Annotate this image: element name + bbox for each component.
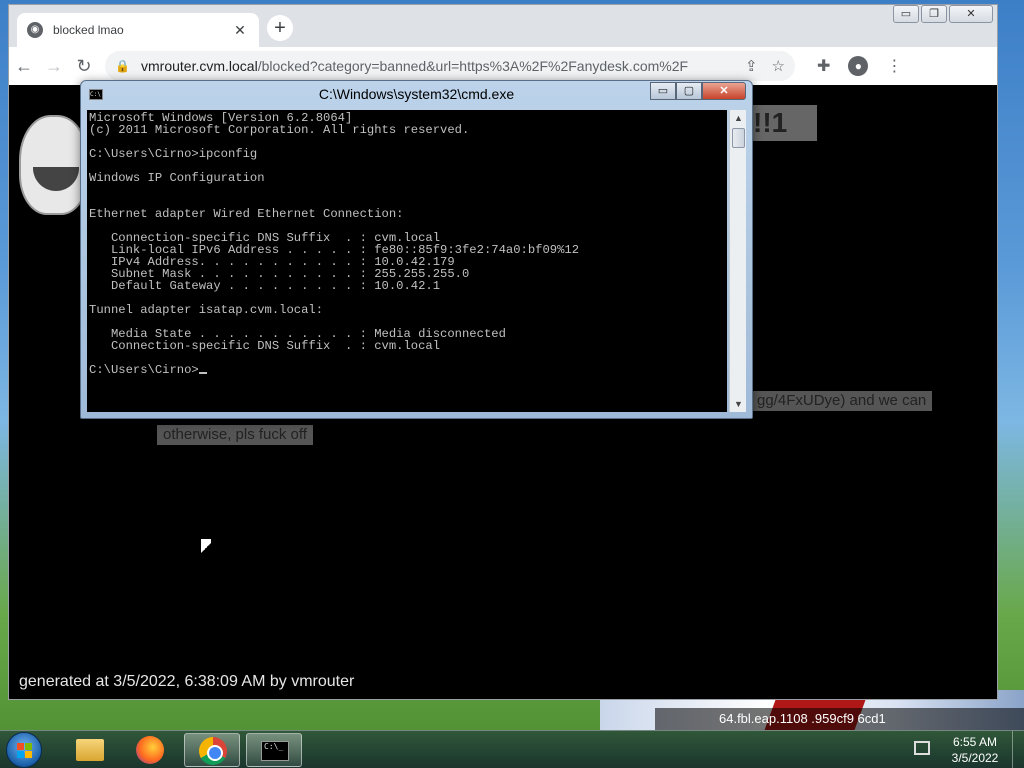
address-bar[interactable]: 🔒 vmrouter.cvm.local /blocked?category=b… — [105, 51, 795, 81]
cmd-icon: C:\_ — [261, 741, 289, 761]
tab-close-button[interactable]: ✕ — [231, 22, 249, 39]
scroll-down-arrow-icon[interactable]: ▼ — [730, 396, 747, 412]
url-host: vmrouter.cvm.local — [141, 58, 258, 74]
trollface-image — [19, 115, 89, 215]
show-desktop-button[interactable] — [1012, 731, 1024, 768]
scroll-up-arrow-icon[interactable]: ▲ — [730, 110, 747, 126]
scroll-thumb[interactable] — [732, 128, 745, 148]
toolbar-right: ✚ ● ⋮ — [817, 56, 902, 76]
omnibox-tools: ⇪ ☆ — [745, 57, 785, 75]
desktop-background-text: 64.fbl.eap.1108 .959cf9 6cd1 — [655, 708, 1024, 730]
tab-title: blocked lmao — [53, 23, 124, 37]
network-icon[interactable] — [914, 741, 930, 755]
window-controls: ▭ ❐ ✕ — [891, 5, 993, 23]
clock-date: 3/5/2022 — [951, 751, 999, 765]
tab-blocked[interactable]: ◉ blocked lmao ✕ — [17, 13, 259, 47]
profile-avatar-icon[interactable]: ● — [848, 56, 869, 76]
page-text-fragment-2: otherwise, pls fuck off — [157, 425, 313, 445]
taskbar-chrome[interactable] — [184, 733, 240, 767]
windows-logo-icon — [17, 743, 33, 759]
text-caret — [198, 372, 207, 374]
star-icon[interactable]: ☆ — [772, 57, 785, 75]
url-path: /blocked?category=banned&url=https%3A%2F… — [257, 58, 689, 74]
tab-strip: ◉ blocked lmao ✕ + ▭ ❐ ✕ — [9, 5, 997, 47]
folder-icon — [76, 739, 104, 761]
extensions-icon[interactable]: ✚ — [817, 56, 830, 76]
page-heading-fragment: !!1 — [747, 105, 817, 141]
page-text-fragment: gg/4FxUDye) and we can — [751, 391, 933, 411]
maximize-button[interactable]: ❐ — [921, 5, 947, 23]
taskbar-cmd[interactable]: C:\_ — [246, 733, 302, 767]
generated-footer: generated at 3/5/2022, 6:38:09 AM by vmr… — [19, 673, 355, 690]
globe-icon: ◉ — [27, 22, 43, 38]
reload-icon[interactable]: ↻ — [69, 56, 99, 77]
cmd-window-controls: ▭ ▢ ✕ — [650, 82, 746, 100]
close-button[interactable]: ✕ — [949, 5, 993, 23]
cmd-minimize-button[interactable]: ▭ — [650, 82, 676, 100]
system-clock[interactable]: 6:55 AM 3/5/2022 — [940, 734, 1010, 766]
cmd-titlebar[interactable]: C:\ C:\Windows\system32\cmd.exe ▭ ▢ ✕ — [81, 81, 752, 107]
taskbar: C:\_ 6:55 AM 3/5/2022 — [0, 730, 1024, 768]
cmd-window: C:\ C:\Windows\system32\cmd.exe ▭ ▢ ✕ Mi… — [80, 80, 753, 419]
forward-arrow-icon[interactable]: → — [39, 56, 69, 77]
menu-kebab-icon[interactable]: ⋮ — [886, 56, 902, 76]
taskbar-firefox[interactable] — [122, 733, 178, 767]
cmd-output: Microsoft Windows [Version 6.2.8064] (c)… — [89, 111, 580, 377]
new-tab-button[interactable]: + — [267, 15, 293, 41]
cmd-close-button[interactable]: ✕ — [702, 82, 746, 100]
firefox-icon — [136, 736, 164, 764]
clock-time: 6:55 AM — [952, 735, 998, 749]
lock-icon[interactable]: 🔒 — [115, 59, 133, 73]
back-arrow-icon[interactable]: ← — [9, 56, 39, 77]
taskbar-explorer[interactable] — [62, 733, 118, 767]
chrome-icon — [199, 737, 227, 765]
cmd-scrollbar[interactable]: ▲ ▼ — [729, 110, 746, 412]
cmd-maximize-button[interactable]: ▢ — [676, 82, 702, 100]
minimize-button[interactable]: ▭ — [893, 5, 919, 23]
cmd-console[interactable]: Microsoft Windows [Version 6.2.8064] (c)… — [87, 110, 727, 412]
share-icon[interactable]: ⇪ — [745, 57, 758, 75]
start-button[interactable] — [6, 732, 42, 768]
mouse-cursor-icon — [201, 539, 211, 557]
